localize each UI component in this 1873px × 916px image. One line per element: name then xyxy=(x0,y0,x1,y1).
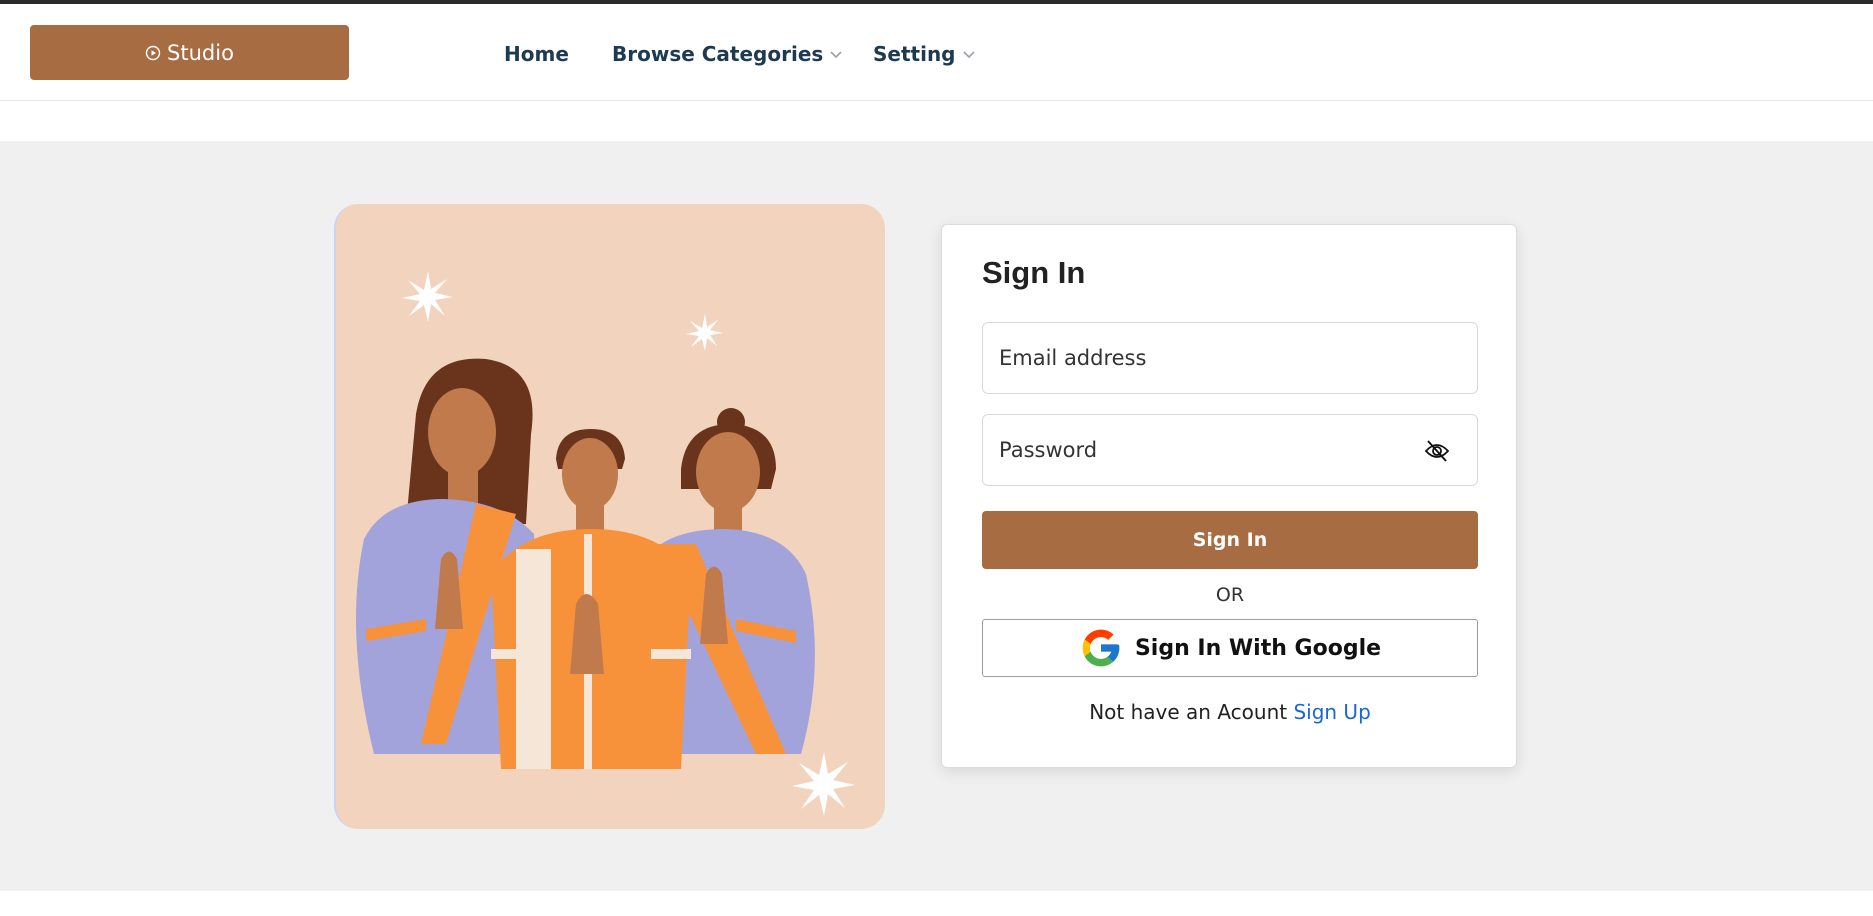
or-divider: OR xyxy=(1215,584,1245,606)
play-circle-icon xyxy=(145,45,161,60)
nav-home-label: Home xyxy=(504,42,569,66)
chevron-down-icon xyxy=(962,51,975,59)
google-logo-icon xyxy=(1082,629,1120,667)
google-sign-in-button[interactable]: Sign In With Google xyxy=(982,619,1478,677)
nav-setting-label: Setting xyxy=(873,42,956,66)
sign-up-link[interactable]: Sign Up xyxy=(1293,700,1370,724)
password-placeholder: Password xyxy=(999,438,1098,462)
sign-in-title: Sign In xyxy=(982,255,1086,290)
main-area xyxy=(0,141,1873,891)
nav-browse-categories[interactable]: Browse Categories xyxy=(612,42,843,66)
eye-off-icon[interactable] xyxy=(1423,438,1451,464)
studio-label: Studio xyxy=(167,40,234,65)
studio-button[interactable]: Studio xyxy=(30,25,349,80)
nav-browse-label: Browse Categories xyxy=(612,42,824,66)
illustration-panel xyxy=(334,204,885,829)
sign-in-card: Sign In Email address Password Sign In O… xyxy=(941,224,1517,768)
no-account-text: Not have an Acount xyxy=(1089,700,1288,724)
sign-in-button[interactable]: Sign In xyxy=(982,511,1478,569)
nav-setting[interactable]: Setting xyxy=(873,42,976,66)
chevron-down-icon xyxy=(830,51,842,59)
navbar: Studio Home Browse Categories Setting xyxy=(0,4,1873,101)
google-sign-in-label: Sign In With Google xyxy=(1134,635,1382,661)
email-field[interactable]: Email address xyxy=(982,322,1478,394)
signup-prompt: Not have an Acount Sign Up xyxy=(942,700,1518,724)
email-placeholder: Email address xyxy=(999,346,1147,370)
sign-in-button-label: Sign In xyxy=(1192,529,1268,551)
password-field[interactable]: Password xyxy=(982,414,1478,486)
nav-home[interactable]: Home xyxy=(504,42,569,66)
greeting-people-illustration xyxy=(356,271,855,816)
